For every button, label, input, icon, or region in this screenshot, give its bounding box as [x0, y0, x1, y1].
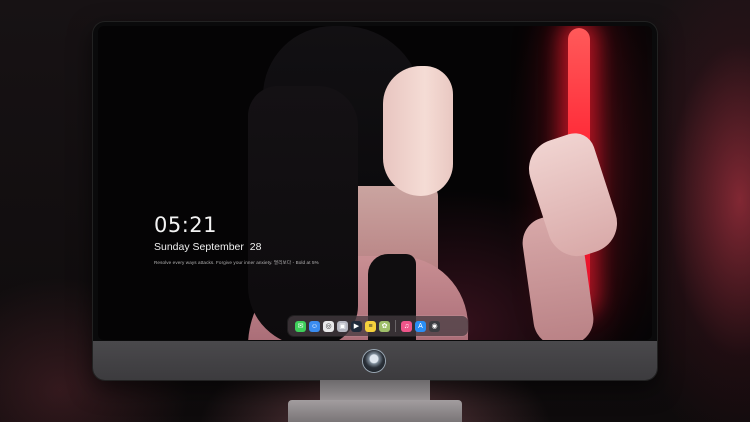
- monitor-stand-neck: [320, 380, 430, 402]
- notes-icon[interactable]: ≡: [365, 320, 376, 332]
- imac-monitor: 05:21 Sunday September 28 Resolve every …: [93, 22, 657, 380]
- lock-clock-subtitle: Resolve every ways attacks. Forgive your…: [154, 260, 319, 265]
- lock-clock-date: Sunday September 28: [154, 241, 262, 253]
- camera-icon[interactable]: ◉: [429, 320, 440, 332]
- finalcut-icon[interactable]: ▶: [351, 320, 362, 332]
- preview-icon[interactable]: ▣: [337, 320, 348, 332]
- monitor-chin: [93, 341, 657, 380]
- lock-clock-time: 05:21: [154, 213, 218, 237]
- messages-icon[interactable]: ✉: [295, 320, 306, 332]
- desktop-background: 05:21 Sunday September 28 Resolve every …: [0, 0, 750, 422]
- monitor-stand-base: [288, 400, 462, 422]
- dock: ✉ ☺ ◎ ▣ ▶ ≡ ✿ ♫ A ◉: [288, 316, 468, 336]
- wallpaper-hair-front: [248, 86, 358, 340]
- music-icon[interactable]: ♫: [401, 320, 412, 332]
- wallpaper-face: [383, 66, 453, 196]
- safari-icon[interactable]: ◎: [323, 320, 334, 332]
- lock-screen: 05:21 Sunday September 28 Resolve every …: [98, 26, 652, 340]
- finder-icon[interactable]: ☺: [309, 320, 320, 332]
- dock-separator: [395, 320, 396, 332]
- brand-logo-icon: [363, 350, 385, 372]
- photos-icon[interactable]: ✿: [379, 320, 390, 332]
- appstore-icon[interactable]: A: [415, 320, 426, 332]
